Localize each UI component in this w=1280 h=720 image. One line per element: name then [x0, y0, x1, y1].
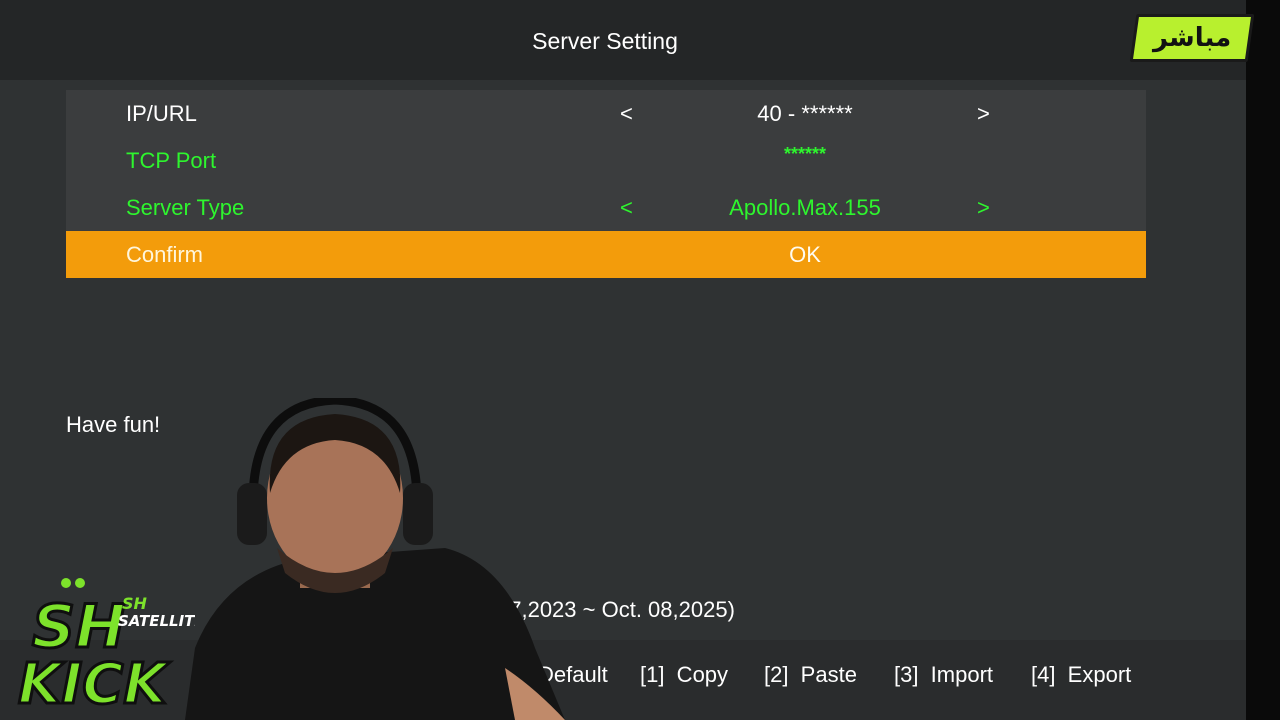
setting-label: Server Type [126, 195, 245, 220]
right-edge-strip [1246, 0, 1280, 720]
arrow-left-icon[interactable]: < [620, 195, 633, 221]
import-key[interactable]: [3] Import [894, 662, 993, 688]
setting-value: 40 - ****** [757, 101, 853, 126]
setting-value: Apollo.Max.155 [729, 195, 881, 220]
webcam-overlay [185, 398, 565, 720]
arrow-right-icon[interactable]: > [977, 195, 990, 221]
logo-satellite-text: SATELLITE [118, 612, 195, 630]
server-settings-panel: IP/URL < 40 - ****** > TCP Port ****** S… [66, 90, 1146, 278]
paste-key[interactable]: [2] Paste [764, 662, 857, 688]
logo-antenna-dot [75, 578, 85, 588]
setting-row-tcp-port[interactable]: TCP Port ****** [66, 137, 1146, 184]
copy-key[interactable]: [1] Copy [640, 662, 728, 688]
hint-message: Have fun! [66, 412, 161, 437]
setting-value: ****** [783, 144, 827, 164]
logo-antenna-dot [61, 578, 71, 588]
confirm-button[interactable]: Confirm OK [66, 231, 1146, 278]
headphone-right-icon [403, 483, 433, 545]
channel-logo: SH SH SATELLITE KICK [17, 578, 195, 715]
setting-row-ip-url[interactable]: IP/URL < 40 - ****** > [66, 90, 1146, 137]
live-badge-logo: مباشر [1129, 14, 1255, 62]
logo-sh-small: SH [122, 594, 148, 613]
ok-button-label[interactable]: OK [666, 242, 944, 268]
arrow-left-icon[interactable]: < [620, 101, 633, 127]
export-key[interactable]: [4] Export [1031, 662, 1131, 688]
arrow-right-icon[interactable]: > [977, 101, 990, 127]
page-title: Server Setting [532, 28, 678, 54]
logo-kick-text: KICK [18, 652, 170, 715]
live-badge-text: مباشر [1152, 23, 1232, 53]
setting-label: IP/URL [126, 101, 197, 126]
setting-row-server-type[interactable]: Server Type < Apollo.Max.155 > [66, 184, 1146, 231]
setting-label: Confirm [126, 242, 204, 267]
headphone-left-icon [237, 483, 267, 545]
header-bar: Server Setting [0, 0, 1246, 80]
setting-label: TCP Port [126, 148, 217, 173]
